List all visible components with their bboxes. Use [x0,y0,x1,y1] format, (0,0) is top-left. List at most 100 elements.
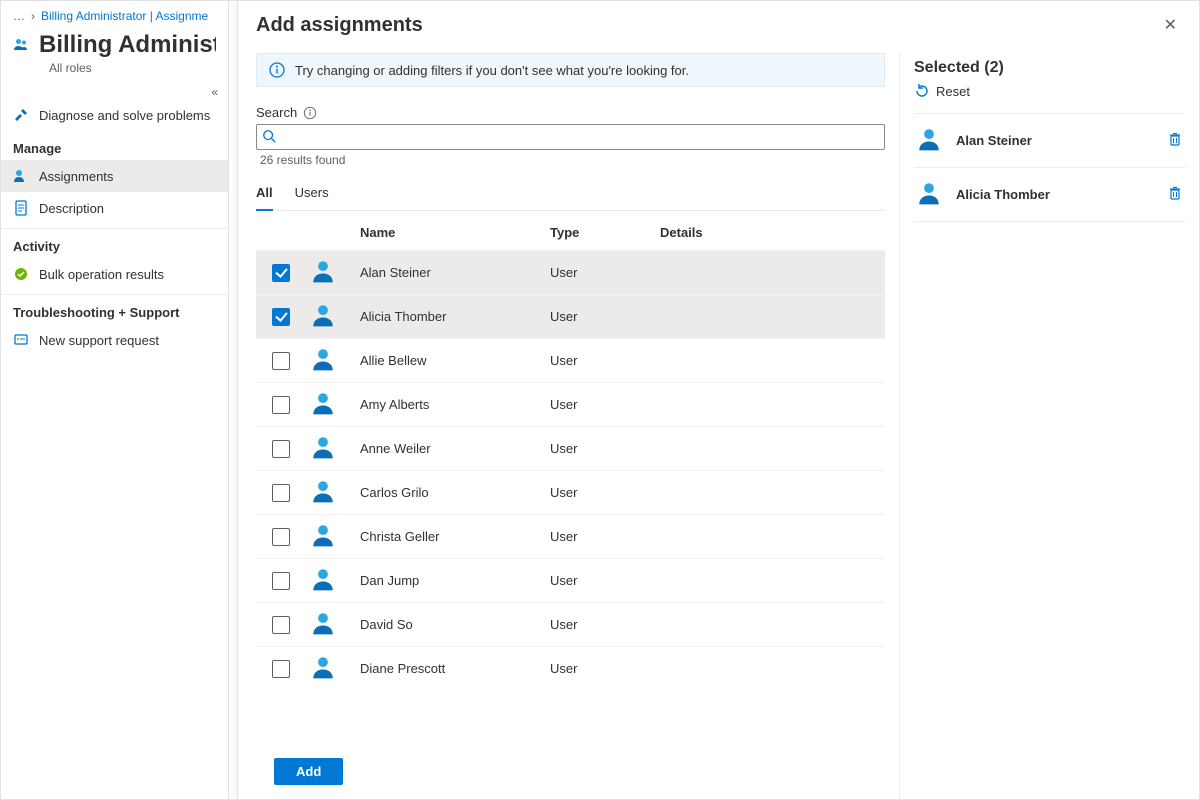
nav-description[interactable]: Description [1,192,228,224]
col-name[interactable]: Name [360,225,550,240]
reset-label: Reset [936,84,970,99]
nav-section-manage: Manage [1,131,228,160]
table-row[interactable]: David SoUser [256,603,885,647]
panel-title: Add assignments [256,14,423,37]
info-icon [269,62,285,78]
nav-label: Description [39,201,104,216]
remove-button[interactable] [1167,185,1183,204]
row-name: Christa Geller [360,529,550,544]
close-icon[interactable]: ✕ [1160,11,1181,39]
user-icon [310,390,336,416]
reset-icon [914,83,930,99]
search-icon [262,129,276,143]
tab-all[interactable]: All [256,181,273,210]
avatar [310,258,360,287]
row-name: Alan Steiner [360,265,550,280]
avatar [310,390,360,419]
table-row[interactable]: Allie BellewUser [256,339,885,383]
search-label: Search [256,105,297,120]
row-name: Carlos Grilo [360,485,550,500]
nav-bulk[interactable]: Bulk operation results [1,258,228,290]
people-icon [13,37,29,53]
selected-name: Alicia Thomber [956,187,1153,202]
selected-item: Alicia Thomber [914,167,1185,222]
selected-item: Alan Steiner [914,113,1185,167]
row-checkbox[interactable] [272,484,290,502]
row-name: Diane Prescott [360,661,550,676]
row-type: User [550,265,660,280]
row-checkbox[interactable] [272,440,290,458]
nav-section-troubleshoot: Troubleshooting + Support [1,294,228,324]
selected-name: Alan Steiner [956,133,1153,148]
row-type: User [550,529,660,544]
info-bar: Try changing or adding filters if you do… [256,53,885,87]
row-checkbox[interactable] [272,396,290,414]
table-row[interactable]: Dan JumpUser [256,559,885,603]
breadcrumb-more[interactable]: … [13,9,25,23]
user-icon [916,180,942,206]
avatar [310,522,360,551]
info-text: Try changing or adding filters if you do… [295,63,689,78]
selected-title: Selected (2) [914,59,1004,77]
tab-users[interactable]: Users [295,181,329,210]
row-checkbox[interactable] [272,308,290,326]
user-icon [310,478,336,504]
add-button[interactable]: Add [274,758,343,785]
user-icon [310,434,336,460]
table-row[interactable]: Anne WeilerUser [256,427,885,471]
user-icon [310,346,336,372]
nav-label: Diagnose and solve problems [39,108,210,123]
results-icon [13,266,29,282]
wrench-icon [13,107,29,123]
avatar [310,566,360,595]
breadcrumb[interactable]: … › Billing Administrator | Assignme [1,1,228,23]
row-name: David So [360,617,550,632]
row-checkbox[interactable] [272,264,290,282]
reset-button[interactable]: Reset [914,79,1185,113]
row-checkbox[interactable] [272,352,290,370]
info-small-icon[interactable] [303,106,317,120]
results-list[interactable]: Alan SteinerUserAlicia ThomberUserAllie … [256,251,885,689]
row-type: User [550,397,660,412]
avatar [310,346,360,375]
page-subtitle: All roles [1,61,228,81]
remove-button[interactable] [1167,131,1183,150]
row-type: User [550,617,660,632]
avatar [310,610,360,639]
trash-icon [1167,185,1183,201]
table-row[interactable]: Alicia ThomberUser [256,295,885,339]
page-title: Billing Administrator [39,31,216,59]
breadcrumb-link[interactable]: Billing Administrator | Assignme [41,9,208,23]
col-details[interactable]: Details [660,225,881,240]
avatar [310,302,360,331]
search-input[interactable] [256,124,885,150]
horizontal-scrollbar[interactable] [256,693,885,709]
nav-label: Bulk operation results [39,267,164,282]
trash-icon [1167,131,1183,147]
user-icon [310,258,336,284]
row-name: Allie Bellew [360,353,550,368]
row-checkbox[interactable] [272,572,290,590]
row-checkbox[interactable] [272,528,290,546]
user-icon [310,654,336,680]
avatar [310,434,360,463]
col-type[interactable]: Type [550,225,660,240]
nav-diagnose[interactable]: Diagnose and solve problems [1,99,228,131]
row-checkbox[interactable] [272,616,290,634]
user-icon [310,566,336,592]
nav-assignments[interactable]: Assignments [1,160,228,192]
people-small-icon [13,168,29,184]
table-row[interactable]: Christa GellerUser [256,515,885,559]
nav-support[interactable]: New support request [1,324,228,356]
row-checkbox[interactable] [272,660,290,678]
row-type: User [550,441,660,456]
table-row[interactable]: Diane PrescottUser [256,647,885,689]
collapse-nav-button[interactable]: « [1,81,228,99]
avatar [310,654,360,683]
user-icon [310,302,336,328]
table-row[interactable]: Carlos GriloUser [256,471,885,515]
table-row[interactable]: Alan SteinerUser [256,251,885,295]
table-row[interactable]: Amy AlbertsUser [256,383,885,427]
avatar [916,180,942,209]
avatar [916,126,942,155]
